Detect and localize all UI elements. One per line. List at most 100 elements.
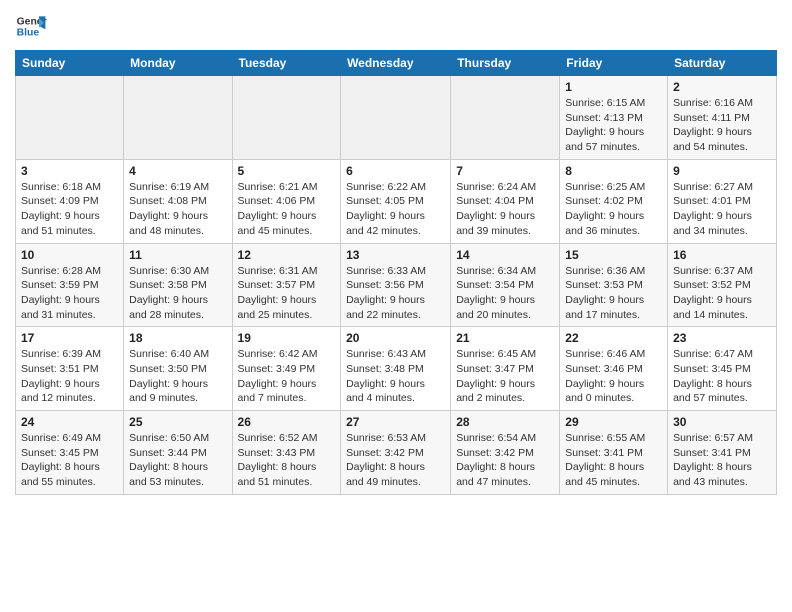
day-info: Sunrise: 6:57 AM Sunset: 3:41 PM Dayligh… [673,431,771,490]
day-info: Sunrise: 6:42 AM Sunset: 3:49 PM Dayligh… [238,347,336,406]
day-number: 24 [21,415,118,429]
day-info: Sunrise: 6:22 AM Sunset: 4:05 PM Dayligh… [346,180,445,239]
day-info: Sunrise: 6:40 AM Sunset: 3:50 PM Dayligh… [129,347,226,406]
day-number: 8 [565,164,662,178]
calendar-week-5: 24 Sunrise: 6:49 AM Sunset: 3:45 PM Dayli… [16,411,777,495]
logo: General Blue [15,10,47,42]
calendar-cell: 14 Sunrise: 6:34 AM Sunset: 3:54 PM Dayli… [451,243,560,327]
calendar-cell: 27 Sunrise: 6:53 AM Sunset: 3:42 PM Dayli… [341,411,451,495]
day-number: 13 [346,248,445,262]
day-info: Sunrise: 6:52 AM Sunset: 3:43 PM Dayligh… [238,431,336,490]
day-info: Sunrise: 6:53 AM Sunset: 3:42 PM Dayligh… [346,431,445,490]
calendar-cell: 30 Sunrise: 6:57 AM Sunset: 3:41 PM Dayli… [668,411,777,495]
day-number: 1 [565,80,662,94]
weekday-header-monday: Monday [124,51,232,76]
calendar-cell: 3Sunrise: 6:18 AM Sunset: 4:09 PM Daylig… [16,159,124,243]
calendar-cell: 18 Sunrise: 6:40 AM Sunset: 3:50 PM Dayli… [124,327,232,411]
day-number: 23 [673,331,771,345]
day-info: Sunrise: 6:54 AM Sunset: 3:42 PM Dayligh… [456,431,554,490]
day-number: 26 [238,415,336,429]
day-number: 21 [456,331,554,345]
day-info: Sunrise: 6:47 AM Sunset: 3:45 PM Dayligh… [673,347,771,406]
day-number: 19 [238,331,336,345]
day-info: Sunrise: 6:36 AM Sunset: 3:53 PM Dayligh… [565,264,662,323]
day-info: Sunrise: 6:24 AM Sunset: 4:04 PM Dayligh… [456,180,554,239]
calendar-cell: 10 Sunrise: 6:28 AM Sunset: 3:59 PM Dayli… [16,243,124,327]
calendar-cell: 17 Sunrise: 6:39 AM Sunset: 3:51 PM Dayli… [16,327,124,411]
day-info: Sunrise: 6:55 AM Sunset: 3:41 PM Dayligh… [565,431,662,490]
day-info: Sunrise: 6:50 AM Sunset: 3:44 PM Dayligh… [129,431,226,490]
weekday-header-wednesday: Wednesday [341,51,451,76]
calendar-cell [232,76,341,160]
day-info: Sunrise: 6:33 AM Sunset: 3:56 PM Dayligh… [346,264,445,323]
day-info: Sunrise: 6:25 AM Sunset: 4:02 PM Dayligh… [565,180,662,239]
weekday-header-thursday: Thursday [451,51,560,76]
calendar-cell: 6 Sunrise: 6:22 AM Sunset: 4:05 PM Daylig… [341,159,451,243]
day-number: 5 [238,164,336,178]
calendar-week-2: 3Sunrise: 6:18 AM Sunset: 4:09 PM Daylig… [16,159,777,243]
calendar-week-1: 1 Sunrise: 6:15 AM Sunset: 4:13 PM Daylig… [16,76,777,160]
calendar-cell: 11 Sunrise: 6:30 AM Sunset: 3:58 PM Dayli… [124,243,232,327]
day-number: 28 [456,415,554,429]
calendar-cell: 25Sunrise: 6:50 AM Sunset: 3:44 PM Dayli… [124,411,232,495]
day-number: 7 [456,164,554,178]
calendar-cell: 5 Sunrise: 6:21 AM Sunset: 4:06 PM Daylig… [232,159,341,243]
calendar-week-4: 17 Sunrise: 6:39 AM Sunset: 3:51 PM Dayli… [16,327,777,411]
day-number: 11 [129,248,226,262]
page-header: General Blue [15,10,777,42]
day-number: 2 [673,80,771,94]
calendar-cell: 1 Sunrise: 6:15 AM Sunset: 4:13 PM Daylig… [560,76,668,160]
day-info: Sunrise: 6:31 AM Sunset: 3:57 PM Dayligh… [238,264,336,323]
day-info: Sunrise: 6:43 AM Sunset: 3:48 PM Dayligh… [346,347,445,406]
calendar-cell [451,76,560,160]
day-info: Sunrise: 6:28 AM Sunset: 3:59 PM Dayligh… [21,264,118,323]
day-info: Sunrise: 6:27 AM Sunset: 4:01 PM Dayligh… [673,180,771,239]
day-number: 22 [565,331,662,345]
day-info: Sunrise: 6:37 AM Sunset: 3:52 PM Dayligh… [673,264,771,323]
calendar-cell: 9Sunrise: 6:27 AM Sunset: 4:01 PM Daylig… [668,159,777,243]
calendar-cell [16,76,124,160]
day-number: 14 [456,248,554,262]
calendar-cell: 2 Sunrise: 6:16 AM Sunset: 4:11 PM Daylig… [668,76,777,160]
calendar-cell: 22 Sunrise: 6:46 AM Sunset: 3:46 PM Dayli… [560,327,668,411]
day-info: Sunrise: 6:49 AM Sunset: 3:45 PM Dayligh… [21,431,118,490]
day-number: 15 [565,248,662,262]
day-number: 20 [346,331,445,345]
day-info: Sunrise: 6:30 AM Sunset: 3:58 PM Dayligh… [129,264,226,323]
calendar-header: SundayMondayTuesdayWednesdayThursdayFrid… [16,51,777,76]
day-number: 4 [129,164,226,178]
calendar-cell [124,76,232,160]
calendar-cell: 21 Sunrise: 6:45 AM Sunset: 3:47 PM Dayli… [451,327,560,411]
day-info: Sunrise: 6:34 AM Sunset: 3:54 PM Dayligh… [456,264,554,323]
day-info: Sunrise: 6:15 AM Sunset: 4:13 PM Dayligh… [565,96,662,155]
calendar-cell: 26 Sunrise: 6:52 AM Sunset: 3:43 PM Dayli… [232,411,341,495]
calendar-cell: 28 Sunrise: 6:54 AM Sunset: 3:42 PM Dayli… [451,411,560,495]
day-info: Sunrise: 6:45 AM Sunset: 3:47 PM Dayligh… [456,347,554,406]
day-number: 18 [129,331,226,345]
day-number: 27 [346,415,445,429]
calendar-table: SundayMondayTuesdayWednesdayThursdayFrid… [15,50,777,495]
day-number: 30 [673,415,771,429]
calendar-cell: 16 Sunrise: 6:37 AM Sunset: 3:52 PM Dayli… [668,243,777,327]
weekday-header-saturday: Saturday [668,51,777,76]
calendar-cell: 8 Sunrise: 6:25 AM Sunset: 4:02 PM Daylig… [560,159,668,243]
day-info: Sunrise: 6:39 AM Sunset: 3:51 PM Dayligh… [21,347,118,406]
day-number: 10 [21,248,118,262]
logo-icon: General Blue [15,10,47,42]
calendar-cell: 19 Sunrise: 6:42 AM Sunset: 3:49 PM Dayli… [232,327,341,411]
weekday-header-friday: Friday [560,51,668,76]
day-number: 6 [346,164,445,178]
calendar-week-3: 10 Sunrise: 6:28 AM Sunset: 3:59 PM Dayli… [16,243,777,327]
calendar-cell: 15 Sunrise: 6:36 AM Sunset: 3:53 PM Dayli… [560,243,668,327]
calendar-cell: 23 Sunrise: 6:47 AM Sunset: 3:45 PM Dayli… [668,327,777,411]
day-number: 17 [21,331,118,345]
day-info: Sunrise: 6:18 AM Sunset: 4:09 PM Dayligh… [21,180,118,239]
calendar-cell: 13 Sunrise: 6:33 AM Sunset: 3:56 PM Dayli… [341,243,451,327]
day-number: 12 [238,248,336,262]
day-info: Sunrise: 6:46 AM Sunset: 3:46 PM Dayligh… [565,347,662,406]
calendar-cell: 4Sunrise: 6:19 AM Sunset: 4:08 PM Daylig… [124,159,232,243]
day-info: Sunrise: 6:21 AM Sunset: 4:06 PM Dayligh… [238,180,336,239]
day-number: 16 [673,248,771,262]
calendar-cell: 7 Sunrise: 6:24 AM Sunset: 4:04 PM Daylig… [451,159,560,243]
day-info: Sunrise: 6:16 AM Sunset: 4:11 PM Dayligh… [673,96,771,155]
